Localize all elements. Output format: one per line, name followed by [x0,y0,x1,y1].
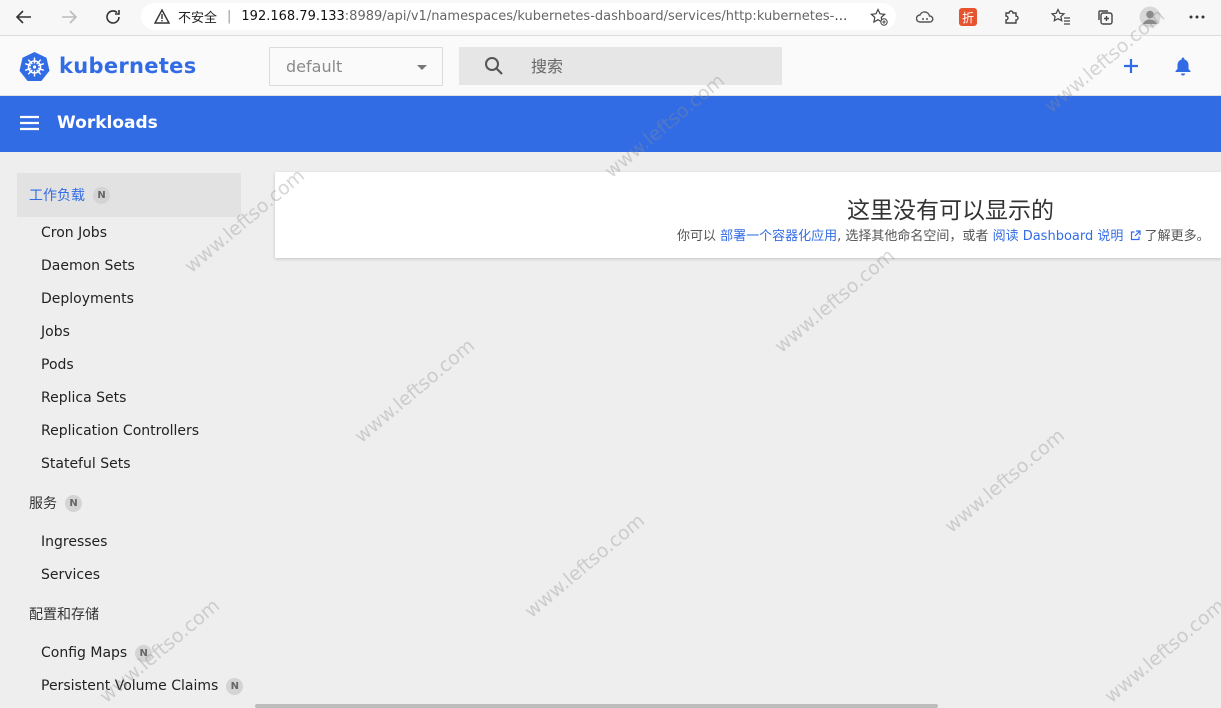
warning-icon [154,9,170,25]
dashboard-docs-link[interactable]: 阅读 Dashboard 说明 [993,229,1141,244]
address-bar[interactable]: 不安全 | 192.168.79.133:8989/api/v1/namespa… [141,3,896,30]
empty-state-prefix: 你可以 [677,229,717,244]
url-host: 192.168.79.133 [241,9,345,24]
profile-avatar-icon[interactable] [1139,6,1161,28]
sidebar-item-replication-controllers[interactable]: Replication Controllers [41,421,199,441]
insecure-label: 不安全 [178,11,218,26]
empty-state-card: 这里没有可以显示的 你可以 部署一个容器化应用, 选择其他命名空间，或者 阅读 … [275,172,1221,258]
menu-icon[interactable] [20,115,39,131]
collections-icon[interactable] [1094,6,1116,28]
sidebar-group-workloads[interactable]: 工作负载 N [17,173,241,217]
notifications-button[interactable] [1171,54,1195,78]
horizontal-scrollbar[interactable] [255,704,938,708]
sidebar-item-ingresses[interactable]: Ingresses [41,532,107,552]
browser-toolbar: 不安全 | 192.168.79.133:8989/api/v1/namespa… [0,0,1221,36]
sidebar-item-deployments[interactable]: Deployments [41,289,134,309]
address-divider: | [227,9,232,24]
chevron-down-icon [417,65,427,70]
logo-text: kubernetes [59,54,197,78]
kubernetes-logo[interactable]: kubernetes [19,51,197,81]
sidebar-group-label: 服务 [29,496,57,512]
page-title: Workloads [57,113,158,133]
watermark: www.leftso.com [350,334,480,448]
extension-cloud-icon[interactable] [914,6,936,28]
namespaced-badge: N [135,644,153,662]
search-box[interactable] [459,47,782,85]
search-icon [485,57,503,75]
create-button[interactable] [1119,54,1143,78]
extension-discount-icon[interactable]: 折 [957,6,979,28]
sidebar-item-pods[interactable]: Pods [41,355,74,375]
sidebar-item-persistent-volume-claims[interactable]: Persistent Volume Claims N [41,676,244,696]
refresh-icon[interactable] [101,5,125,29]
favorites-icon[interactable] [1050,6,1072,28]
docs-link-label: 阅读 Dashboard 说明 [992,229,1124,244]
sidebar-item-config-maps[interactable]: Config Maps N [41,643,153,663]
empty-state-middle: , 选择其他命名空间，或者 [837,229,989,244]
bell-icon [1175,57,1191,76]
sidebar-group-label: 配置和存储 [29,607,99,623]
extensions-puzzle-icon[interactable] [1001,6,1023,28]
namespaced-badge: N [226,677,244,695]
watermark: www.leftso.com [940,424,1070,538]
url-path: :8989/api/v1/namespaces/kubernetes-dashb… [344,9,852,24]
namespaced-badge: N [93,186,110,204]
favorite-add-icon[interactable] [870,8,888,30]
deploy-app-link[interactable]: 部署一个容器化应用 [720,229,837,244]
empty-state-title: 这里没有可以显示的 [847,198,1054,224]
namespace-value: default [286,57,343,76]
namespaced-badge: N [65,494,82,512]
sidebar-item-daemon-sets[interactable]: Daemon Sets [41,256,135,276]
back-icon[interactable] [12,5,36,29]
empty-state-suffix: 了解更多。 [1144,229,1210,244]
more-options-icon[interactable] [1186,6,1208,28]
forward-icon[interactable] [57,5,81,29]
sidebar: 工作负载 N Cron Jobs Daemon Sets Deployments… [0,152,257,708]
sidebar-item-services[interactable]: Services [41,565,100,585]
sidebar-group-label: 工作负载 [29,188,85,204]
plus-icon [1124,59,1138,73]
empty-state-message: 你可以 部署一个容器化应用, 选择其他命名空间，或者 阅读 Dashboard … [677,225,1210,244]
watermark: www.leftso.com [1100,594,1221,708]
sidebar-item-cron-jobs[interactable]: Cron Jobs [41,223,107,243]
sidebar-group-services[interactable]: 服务 N [17,481,241,525]
open-in-new-icon [1130,230,1141,241]
sidebar-item-jobs[interactable]: Jobs [41,322,70,342]
url-text[interactable]: 192.168.79.133:8989/api/v1/namespaces/ku… [241,9,851,24]
page-toolbar: Workloads [0,96,1221,152]
sidebar-item-replica-sets[interactable]: Replica Sets [41,388,126,408]
app-header: kubernetes default [0,36,1221,96]
svg-text:折: 折 [962,10,974,25]
sidebar-item-label: Config Maps [41,645,128,661]
watermark: www.leftso.com [770,244,900,358]
kubernetes-wheel-icon [19,52,50,81]
namespace-select[interactable]: default [269,47,443,86]
watermark: www.leftso.com [520,509,650,623]
search-input[interactable] [531,56,761,76]
sidebar-item-label: Persistent Volume Claims [41,678,219,694]
sidebar-group-config-storage[interactable]: 配置和存储 [17,592,241,636]
sidebar-item-stateful-sets[interactable]: Stateful Sets [41,454,130,474]
